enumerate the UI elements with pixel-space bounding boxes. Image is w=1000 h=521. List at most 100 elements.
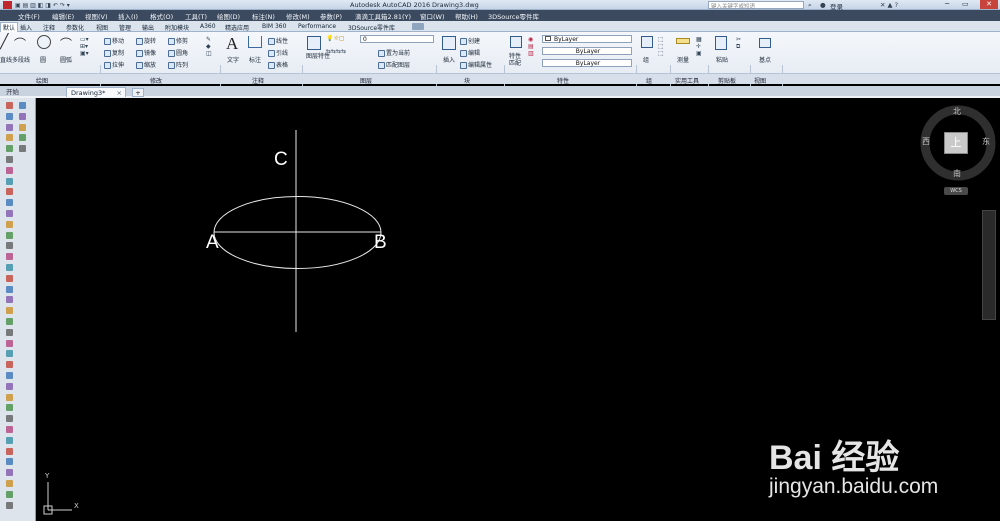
group-label-properties[interactable]: 特性	[557, 76, 569, 85]
paste-button[interactable]: 粘贴	[716, 55, 728, 64]
search-icon[interactable]: ⌕	[808, 1, 812, 10]
dimension-icon[interactable]	[248, 36, 262, 48]
menu-tools[interactable]: 工具(T)	[185, 11, 207, 21]
base-view-button[interactable]: 基点	[759, 55, 771, 64]
set-current-layer-button[interactable]: 置为当前	[378, 48, 410, 57]
move-button[interactable]: 移动	[104, 36, 124, 45]
new-tab-button[interactable]: +	[132, 88, 144, 97]
circle-button[interactable]: 圆	[40, 55, 46, 64]
viewcube-top-face[interactable]: 上	[944, 132, 968, 154]
tab-manage[interactable]: 管理	[119, 23, 131, 32]
toolbar-tool-icon[interactable]	[6, 134, 13, 142]
maximize-button[interactable]: ▭	[962, 0, 969, 8]
measure-icon[interactable]	[676, 38, 690, 44]
toolbar-tool-icon[interactable]	[6, 253, 13, 261]
color-combo[interactable]: ByLayer	[542, 35, 632, 43]
menu-modify[interactable]: 修改(M)	[286, 11, 310, 21]
arc-button[interactable]: 圆弧	[60, 55, 72, 64]
array-button[interactable]: 阵列	[168, 60, 188, 69]
exchange-icon[interactable]: ✕ ▲ ?	[880, 1, 898, 9]
menu-dimension[interactable]: 标注(N)	[252, 11, 275, 21]
toolbar-tool-icon[interactable]	[19, 112, 26, 120]
quick-access-icons[interactable]: ▣ ▤ ▥ ◧ ◨ ↶ ↷ ▾	[15, 2, 70, 9]
toolbar-tool-icon[interactable]	[6, 285, 13, 293]
toolbar-tool-icon[interactable]	[6, 415, 13, 423]
toolbar-tool-icon[interactable]	[6, 231, 13, 239]
tab-annotate[interactable]: 注释	[43, 23, 55, 32]
match-properties-button[interactable]: 特性匹配	[509, 53, 523, 67]
dimension-button[interactable]: 标注	[249, 55, 261, 64]
group-label-clipboard[interactable]: 剪贴板	[718, 76, 736, 85]
edit-block-button[interactable]: 编辑	[460, 48, 480, 57]
menu-insert[interactable]: 插入(I)	[118, 11, 138, 21]
tab-parametric[interactable]: 参数化	[66, 23, 84, 32]
draw-extra-icons[interactable]: ▭▾ ⊞▾ ▣▾	[80, 36, 89, 57]
toolbar-tool-icon[interactable]	[6, 436, 13, 444]
group-button[interactable]: 组	[643, 55, 649, 64]
toolbar-tool-icon[interactable]	[6, 156, 13, 163]
search-input[interactable]: 键入关键字或短语	[708, 1, 804, 10]
toolbar-tool-icon[interactable]	[6, 307, 13, 315]
layer-state-icons[interactable]: 💡☼▢	[326, 35, 345, 42]
arc-icon[interactable]: ⌒	[60, 35, 72, 52]
user-icon[interactable]: ●	[820, 1, 826, 9]
tab-bim360[interactable]: BIM 360	[262, 23, 286, 30]
layer-tools-icons[interactable]: ⇆⇆⇆⇆	[326, 48, 346, 55]
close-button[interactable]: ✕	[980, 0, 998, 9]
text-icon[interactable]: A	[226, 34, 238, 54]
create-block-button[interactable]: 创建	[460, 36, 480, 45]
toolbar-tool-icon[interactable]	[6, 220, 13, 228]
tab-view[interactable]: 视图	[96, 23, 108, 32]
color-wheel-icon[interactable]: ◉ ▤ ▥	[528, 36, 534, 57]
toolbar-tool-icon[interactable]	[6, 382, 13, 390]
viewcube-north[interactable]: 北	[953, 106, 961, 117]
tab-default[interactable]: 默认	[0, 22, 19, 32]
toolbar-tool-icon[interactable]	[6, 145, 13, 153]
toolbar-tool-icon[interactable]	[6, 501, 13, 509]
menu-help[interactable]: 帮助(H)	[455, 11, 478, 21]
toolbar-tool-icon[interactable]	[6, 296, 13, 304]
rotate-button[interactable]: 旋转	[136, 36, 156, 45]
toolbar-tool-icon[interactable]	[6, 426, 13, 433]
fillet-button[interactable]: 圆角	[168, 48, 188, 57]
toolbar-tool-icon[interactable]	[6, 177, 13, 185]
tab-output[interactable]: 输出	[142, 23, 154, 32]
group-label-view[interactable]: 视图	[754, 76, 766, 85]
menu-edit[interactable]: 编辑(E)	[52, 11, 74, 21]
toolbar-tool-icon[interactable]	[6, 123, 13, 131]
linetype-combo[interactable]: ByLayer	[542, 47, 632, 55]
toolbar-tool-icon[interactable]	[19, 145, 26, 153]
toolbar-tool-icon[interactable]	[6, 242, 13, 250]
group-label-annotation[interactable]: 注释	[252, 76, 264, 85]
toolbar-tool-icon[interactable]	[6, 490, 13, 498]
stretch-button[interactable]: 拉伸	[104, 60, 124, 69]
tab-insert[interactable]: 插入	[20, 23, 32, 32]
circle-icon[interactable]	[37, 35, 51, 49]
group-icon[interactable]	[641, 36, 653, 48]
paste-icon[interactable]	[715, 36, 727, 50]
viewcube-east[interactable]: 东	[982, 136, 990, 147]
menu-3dsource[interactable]: 3DSource零件库	[488, 11, 539, 21]
wcs-button[interactable]: WCS	[944, 187, 968, 195]
close-tab-icon[interactable]: ×	[117, 88, 122, 98]
toolbar-tool-icon[interactable]	[6, 274, 13, 282]
base-view-icon[interactable]	[759, 38, 771, 48]
group-label-utilities[interactable]: 实用工具	[675, 76, 699, 85]
edit-attributes-button[interactable]: 编辑属性	[460, 60, 492, 69]
toolbar-tool-icon[interactable]	[6, 188, 13, 196]
toolbar-tool-icon[interactable]	[6, 112, 13, 120]
utility-tools-icons[interactable]: ▦ ✛ ▣	[696, 36, 702, 57]
toolbar-tool-icon[interactable]	[6, 339, 13, 347]
trim-button[interactable]: 修剪	[168, 36, 188, 45]
menu-file[interactable]: 文件(F)	[18, 11, 40, 21]
measure-button[interactable]: 测量	[677, 55, 689, 64]
match-layer-button[interactable]: 匹配图层	[378, 60, 410, 69]
menu-parametric[interactable]: 参数(P)	[320, 11, 342, 21]
scale-button[interactable]: 缩放	[136, 60, 156, 69]
menu-format[interactable]: 格式(O)	[150, 11, 173, 21]
linear-dim-button[interactable]: 线性	[268, 36, 288, 45]
tab-featured-apps[interactable]: 精选应用	[225, 23, 249, 32]
leader-button[interactable]: 引线	[268, 48, 288, 57]
minimize-button[interactable]: ─	[945, 0, 949, 8]
toolbar-tool-icon[interactable]	[6, 404, 13, 412]
